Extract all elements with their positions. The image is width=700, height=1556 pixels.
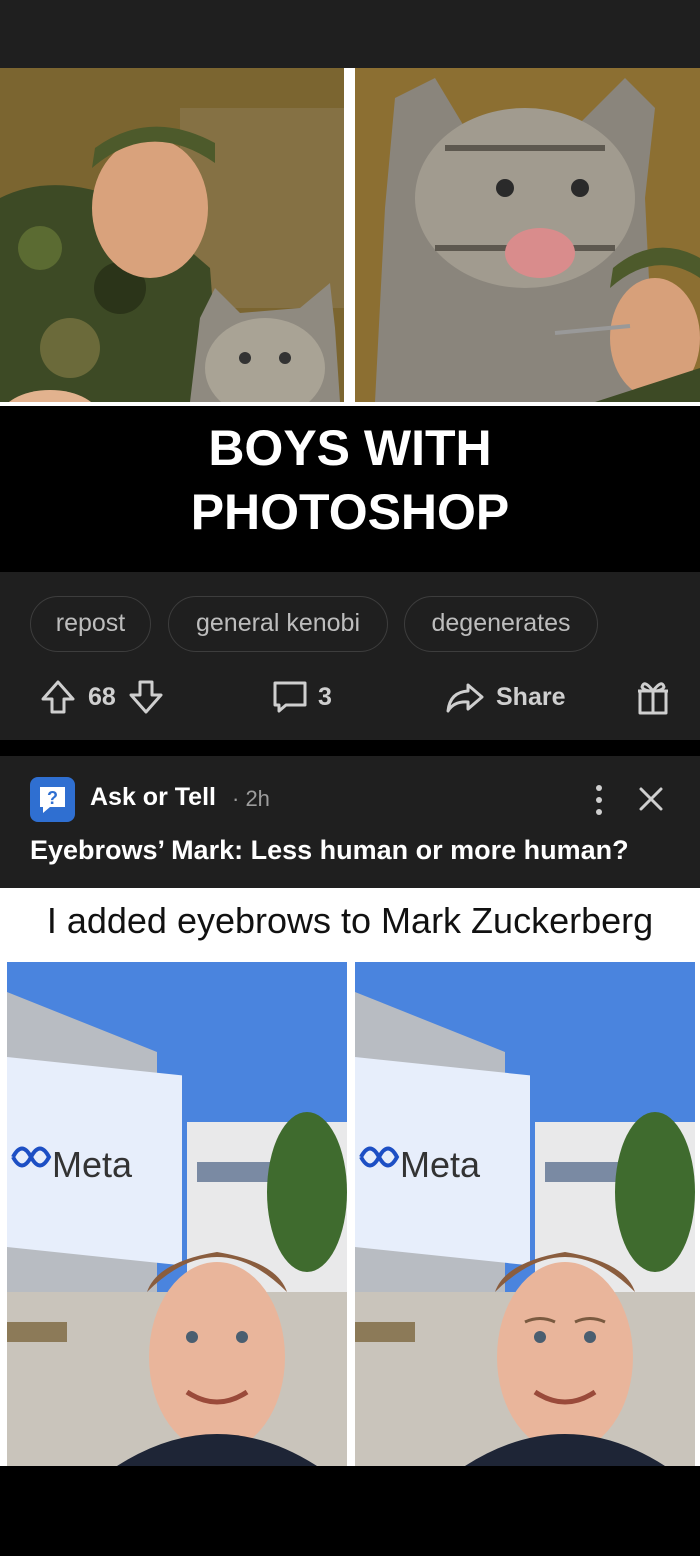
upvote-icon[interactable] xyxy=(38,677,78,717)
post-title[interactable]: Eyebrows’ Mark: Less human or more human… xyxy=(30,835,629,866)
community-icon[interactable]: ? xyxy=(30,777,75,822)
photo-original: Meta xyxy=(7,962,347,1466)
svg-text:?: ? xyxy=(47,788,58,808)
photo-soldier-feeding-cat xyxy=(0,68,344,402)
vote-count: 68 xyxy=(88,682,116,711)
tag-general-kenobi[interactable]: general kenobi xyxy=(168,596,388,652)
gift-icon xyxy=(634,677,672,717)
share-label: Share xyxy=(496,682,566,711)
photo-with-eyebrows: Meta xyxy=(355,962,695,1466)
bottom-spacer xyxy=(0,1466,700,1556)
close-icon[interactable] xyxy=(636,784,666,819)
community-name[interactable]: Ask or Tell xyxy=(90,783,216,812)
award-button[interactable] xyxy=(634,664,672,730)
downvote-icon[interactable] xyxy=(126,677,166,717)
image-caption: BOYS WITH PHOTOSHOP xyxy=(0,416,700,544)
share-button[interactable]: Share xyxy=(444,664,565,730)
share-icon xyxy=(444,677,486,717)
image-caption-line-1: BOYS WITH xyxy=(208,420,492,476)
sign-text: Meta xyxy=(52,1144,133,1185)
image-caption-line-2: PHOTOSHOP xyxy=(190,484,510,540)
tag-repost[interactable]: repost xyxy=(30,596,151,652)
post-image[interactable]: I added eyebrows to Mark Zuckerberg Meta xyxy=(0,888,700,1466)
comments-button[interactable]: 3 xyxy=(270,664,332,730)
tag-degenerates[interactable]: degenerates xyxy=(404,596,598,652)
post-image[interactable] xyxy=(0,68,700,406)
post-time: · 2h xyxy=(232,786,270,811)
comment-icon xyxy=(270,677,310,717)
image-caption: I added eyebrows to Mark Zuckerberg xyxy=(46,900,654,941)
vote-group: 68 xyxy=(38,664,166,730)
sign-text: Meta xyxy=(400,1144,481,1185)
more-options-icon[interactable] xyxy=(584,783,614,822)
image-caption-band: BOYS WITH PHOTOSHOP xyxy=(0,406,700,572)
comment-count: 3 xyxy=(318,682,332,711)
photo-cat-feeding-soldier xyxy=(355,68,700,402)
post-actions: 68 3 Share xyxy=(0,664,700,730)
